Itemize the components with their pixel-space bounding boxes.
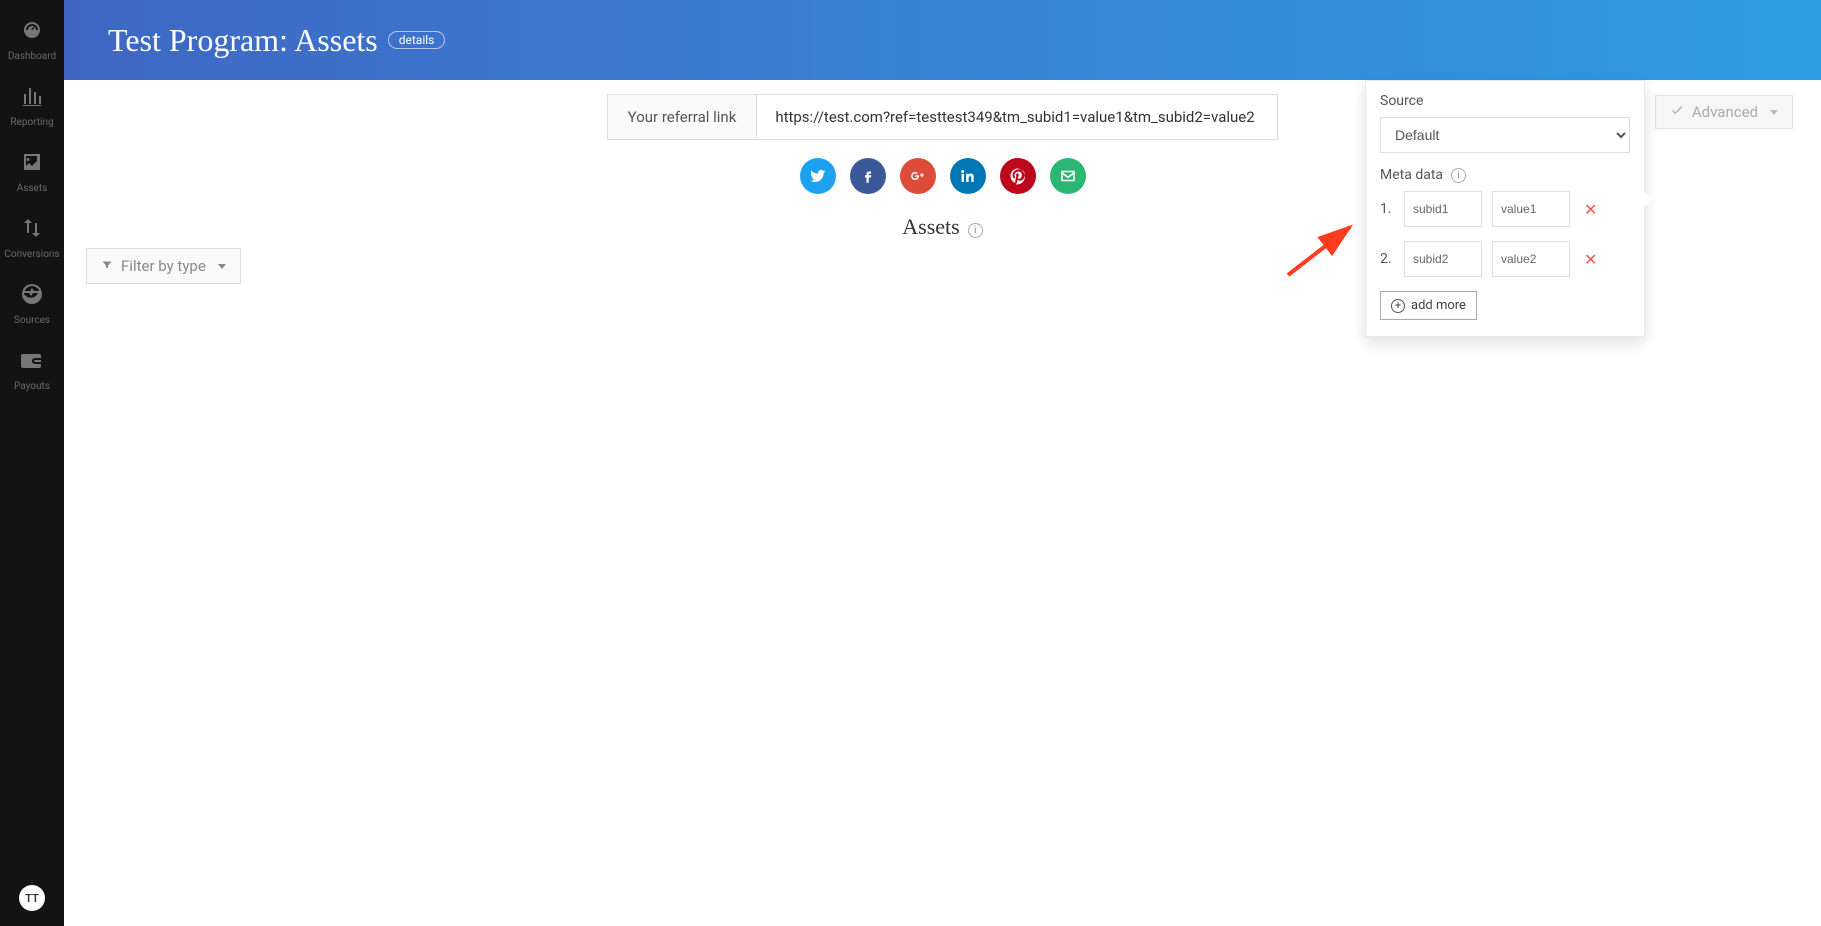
row-number: 2.: [1380, 251, 1394, 267]
referral-box: Your referral link https://test.com?ref=…: [607, 94, 1279, 140]
referral-label: Your referral link: [608, 95, 758, 139]
linkedin-icon[interactable]: [950, 158, 986, 194]
user-avatar[interactable]: TT: [19, 885, 45, 911]
plus-circle-icon: +: [1391, 299, 1405, 313]
filter-icon: [101, 257, 113, 275]
advanced-label: Advanced: [1692, 103, 1758, 121]
caret-down-icon: [1770, 110, 1778, 115]
chart-icon: [20, 84, 44, 112]
sidebar-item-reporting[interactable]: Reporting: [10, 84, 53, 128]
metadata-row-2: 2. ✕: [1380, 241, 1630, 277]
sidebar-label-reporting: Reporting: [10, 117, 53, 128]
add-more-label: add more: [1411, 298, 1466, 313]
metadata-key-input-1[interactable]: [1404, 191, 1482, 227]
avatar-initials: TT: [25, 892, 39, 905]
sidebar-label-sources: Sources: [14, 315, 50, 326]
referral-link-text[interactable]: https://test.com?ref=testtest349&tm_subi…: [757, 95, 1277, 139]
content: Your referral link https://test.com?ref=…: [64, 80, 1821, 256]
metadata-row-1: 1. ✕: [1380, 191, 1630, 227]
info-icon[interactable]: i: [1451, 168, 1466, 183]
globe-icon: [20, 282, 44, 310]
pinterest-icon[interactable]: [1000, 158, 1036, 194]
sidebar-item-sources[interactable]: Sources: [14, 282, 50, 326]
sidebar-item-conversions[interactable]: Conversions: [4, 216, 59, 260]
email-icon[interactable]: [1050, 158, 1086, 194]
info-icon[interactable]: i: [968, 223, 983, 238]
advanced-popover: Source Default Meta data i 1. ✕ 2. ✕: [1365, 80, 1645, 337]
metadata-value-input-2[interactable]: [1492, 241, 1570, 277]
sidebar-label-payouts: Payouts: [14, 381, 50, 392]
page-title: Test Program: Assets: [108, 22, 378, 59]
google-plus-icon[interactable]: [900, 158, 936, 194]
assets-heading: Assets: [902, 214, 959, 239]
metadata-label-row: Meta data i: [1380, 167, 1630, 183]
page-header: Test Program: Assets details: [64, 0, 1821, 80]
sidebar-nav: Dashboard Reporting Assets Conversions S…: [0, 0, 64, 926]
arrows-icon: [20, 216, 44, 244]
sidebar-item-payouts[interactable]: Payouts: [14, 348, 50, 392]
sidebar-label-assets: Assets: [17, 183, 48, 194]
sidebar-item-dashboard[interactable]: Dashboard: [8, 18, 56, 62]
filter-by-type-button[interactable]: Filter by type: [86, 248, 241, 284]
sidebar-item-assets[interactable]: Assets: [17, 150, 48, 194]
metadata-value-input-1[interactable]: [1492, 191, 1570, 227]
add-more-button[interactable]: + add more: [1380, 291, 1477, 320]
sidebar-label-conversions: Conversions: [4, 249, 59, 260]
filter-label: Filter by type: [121, 257, 206, 275]
remove-row-icon[interactable]: ✕: [1584, 250, 1597, 269]
source-label: Source: [1380, 93, 1630, 109]
row-number: 1.: [1380, 201, 1394, 217]
wallet-icon: [20, 348, 44, 376]
details-button[interactable]: details: [388, 31, 446, 49]
caret-down-icon: [218, 264, 226, 269]
metadata-label: Meta data: [1380, 167, 1443, 183]
image-icon: [20, 150, 44, 178]
facebook-icon[interactable]: [850, 158, 886, 194]
twitter-icon[interactable]: [800, 158, 836, 194]
check-icon: [1670, 103, 1684, 121]
main-area: Test Program: Assets details Your referr…: [64, 0, 1821, 926]
remove-row-icon[interactable]: ✕: [1584, 200, 1597, 219]
advanced-button[interactable]: Advanced: [1655, 95, 1793, 129]
metadata-key-input-2[interactable]: [1404, 241, 1482, 277]
sidebar-label-dashboard: Dashboard: [8, 51, 56, 62]
source-select[interactable]: Default: [1380, 117, 1630, 153]
gauge-icon: [20, 18, 44, 46]
